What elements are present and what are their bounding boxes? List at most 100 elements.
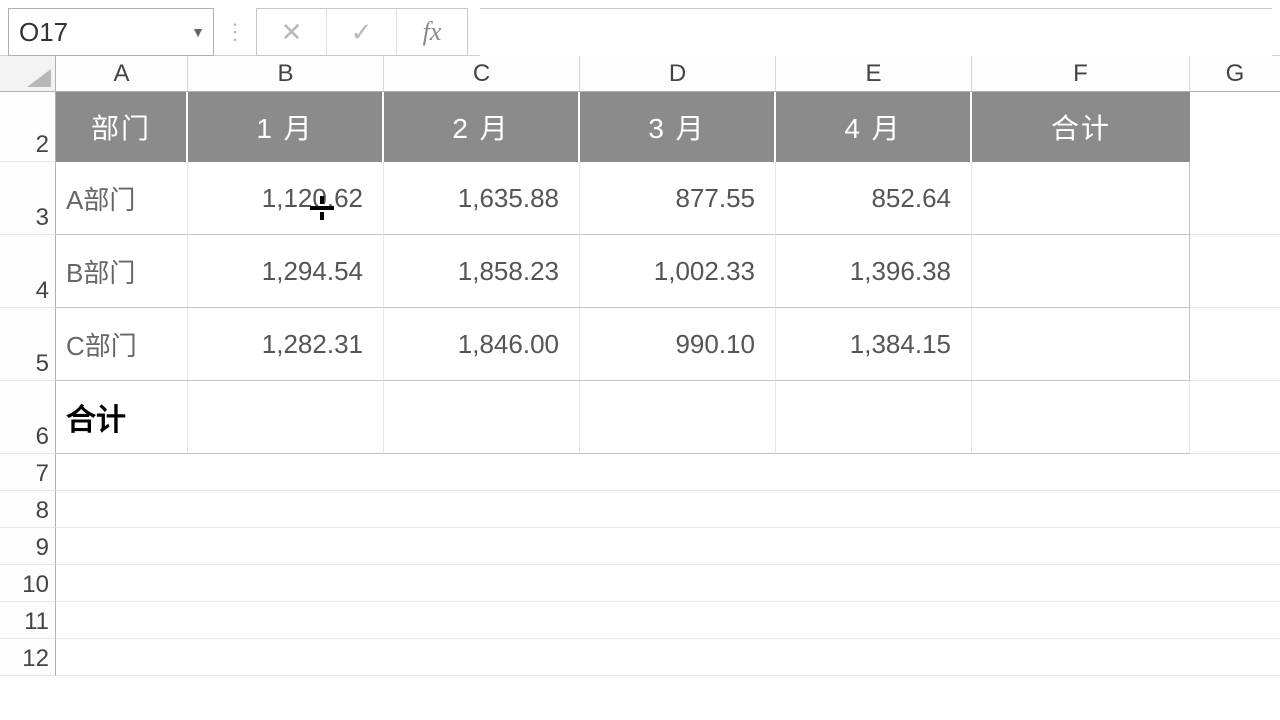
cell[interactable] <box>56 565 188 602</box>
cell-m1[interactable]: 1,294.54 <box>188 235 384 308</box>
cell[interactable] <box>776 528 972 565</box>
cell[interactable] <box>776 491 972 528</box>
row-header-11[interactable]: 11 <box>0 602 56 639</box>
cancel-button[interactable]: ✕ <box>257 9 327 55</box>
cell[interactable] <box>972 565 1190 602</box>
cell-m3[interactable]: 1,002.33 <box>580 235 776 308</box>
chevron-down-icon[interactable]: ▼ <box>183 24 213 40</box>
row-header-2[interactable]: 2 <box>0 92 56 162</box>
cell[interactable] <box>56 639 188 676</box>
row-header-3[interactable]: 3 <box>0 162 56 235</box>
cell-G5[interactable] <box>1190 308 1280 381</box>
cell[interactable] <box>1190 454 1280 491</box>
cell-G4[interactable] <box>1190 235 1280 308</box>
cell-total-m4[interactable] <box>776 381 972 454</box>
spreadsheet-grid[interactable]: A B C D E F G 2 部门 1 月 2 月 3 月 4 月 合计 3 … <box>0 56 1280 676</box>
cell[interactable] <box>776 639 972 676</box>
cell-m4[interactable]: 852.64 <box>776 162 972 235</box>
cell-m1[interactable]: 1,120.62 <box>188 162 384 235</box>
cell[interactable] <box>1190 491 1280 528</box>
col-header-C[interactable]: C <box>384 56 580 91</box>
cell-total[interactable] <box>972 235 1190 308</box>
cell[interactable] <box>580 602 776 639</box>
cell-total-sum[interactable] <box>972 381 1190 454</box>
th-dept[interactable]: 部门 <box>56 92 188 162</box>
cell-total-label[interactable]: 合计 <box>56 381 188 454</box>
row-header-7[interactable]: 7 <box>0 454 56 491</box>
col-header-G[interactable]: G <box>1190 56 1280 91</box>
fx-button[interactable]: fx <box>397 9 467 55</box>
cell[interactable] <box>384 454 580 491</box>
formula-input[interactable] <box>480 8 1272 56</box>
cell-m3[interactable]: 877.55 <box>580 162 776 235</box>
row-header-5[interactable]: 5 <box>0 308 56 381</box>
enter-button[interactable]: ✓ <box>327 9 397 55</box>
cell[interactable] <box>384 565 580 602</box>
cell[interactable] <box>972 639 1190 676</box>
col-header-F[interactable]: F <box>972 56 1190 91</box>
cell-m3[interactable]: 990.10 <box>580 308 776 381</box>
col-header-D[interactable]: D <box>580 56 776 91</box>
cell-total[interactable] <box>972 308 1190 381</box>
th-m1[interactable]: 1 月 <box>188 92 384 162</box>
th-m2[interactable]: 2 月 <box>384 92 580 162</box>
cell[interactable] <box>56 602 188 639</box>
cell[interactable] <box>972 602 1190 639</box>
select-all-corner[interactable] <box>0 56 56 91</box>
cell[interactable] <box>188 528 384 565</box>
cell[interactable] <box>1190 565 1280 602</box>
th-m4[interactable]: 4 月 <box>776 92 972 162</box>
cell-dept[interactable]: A部门 <box>56 162 188 235</box>
cell[interactable] <box>188 565 384 602</box>
cell[interactable] <box>384 491 580 528</box>
cell[interactable] <box>56 491 188 528</box>
cell[interactable] <box>188 454 384 491</box>
cell-dept[interactable]: B部门 <box>56 235 188 308</box>
cell[interactable] <box>1190 639 1280 676</box>
cell[interactable] <box>1190 528 1280 565</box>
th-total[interactable]: 合计 <box>972 92 1190 162</box>
cell[interactable] <box>776 602 972 639</box>
cell[interactable] <box>56 528 188 565</box>
cell[interactable] <box>580 639 776 676</box>
cell-total-m2[interactable] <box>384 381 580 454</box>
row-header-10[interactable]: 10 <box>0 565 56 602</box>
cell-m2[interactable]: 1,858.23 <box>384 235 580 308</box>
cell-m1[interactable]: 1,282.31 <box>188 308 384 381</box>
cell[interactable] <box>188 639 384 676</box>
col-header-E[interactable]: E <box>776 56 972 91</box>
cell-total-m3[interactable] <box>580 381 776 454</box>
cell-total-m1[interactable] <box>188 381 384 454</box>
cell-dept[interactable]: C部门 <box>56 308 188 381</box>
cell[interactable] <box>384 528 580 565</box>
cell-m2[interactable]: 1,846.00 <box>384 308 580 381</box>
cell[interactable] <box>972 528 1190 565</box>
th-m3[interactable]: 3 月 <box>580 92 776 162</box>
cell[interactable] <box>188 491 384 528</box>
cell[interactable] <box>580 454 776 491</box>
cell[interactable] <box>384 602 580 639</box>
name-box[interactable]: O17 ▼ <box>8 8 214 56</box>
cell[interactable] <box>776 454 972 491</box>
cell[interactable] <box>384 639 580 676</box>
cell-G3[interactable] <box>1190 162 1280 235</box>
cell[interactable] <box>580 528 776 565</box>
col-header-B[interactable]: B <box>188 56 384 91</box>
row-header-12[interactable]: 12 <box>0 639 56 676</box>
cell[interactable] <box>56 454 188 491</box>
cell[interactable] <box>776 565 972 602</box>
cell[interactable] <box>1190 602 1280 639</box>
cell[interactable] <box>972 454 1190 491</box>
cell-G2[interactable] <box>1190 92 1280 162</box>
cell-total[interactable] <box>972 162 1190 235</box>
col-header-A[interactable]: A <box>56 56 188 91</box>
cell[interactable] <box>188 602 384 639</box>
row-header-6[interactable]: 6 <box>0 381 56 454</box>
cell[interactable] <box>972 491 1190 528</box>
cell-m2[interactable]: 1,635.88 <box>384 162 580 235</box>
cell-G6[interactable] <box>1190 381 1280 454</box>
row-header-4[interactable]: 4 <box>0 235 56 308</box>
cell-m4[interactable]: 1,384.15 <box>776 308 972 381</box>
row-header-9[interactable]: 9 <box>0 528 56 565</box>
row-header-8[interactable]: 8 <box>0 491 56 528</box>
